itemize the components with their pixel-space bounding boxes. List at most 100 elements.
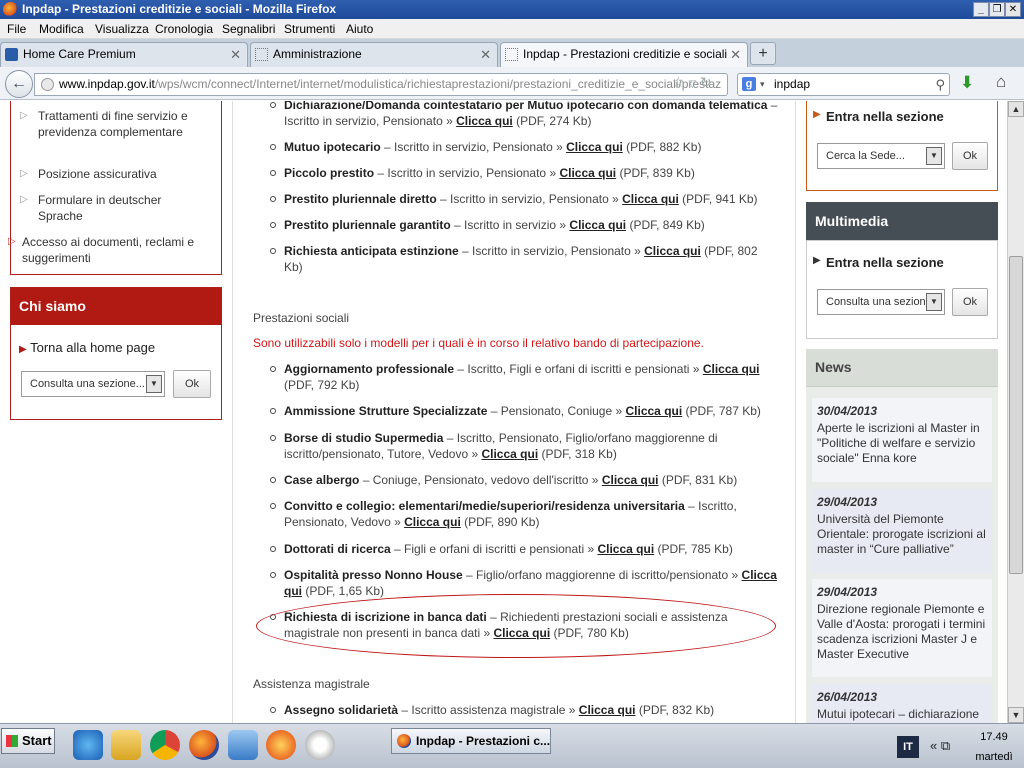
firefox-icon[interactable] <box>189 730 219 760</box>
subnav-item[interactable]: ▷ Posizione assicurativa <box>20 166 208 182</box>
network-icon[interactable]: ⧉ <box>941 738 950 753</box>
tab-amministrazione[interactable]: Amministrazione ✕ <box>250 42 498 67</box>
search-input[interactable]: inpdap <box>774 77 810 91</box>
menu-file[interactable]: File <box>7 22 26 36</box>
news-date: 26/04/2013 <box>817 690 878 704</box>
scroll-thumb[interactable] <box>1009 256 1023 574</box>
download-link[interactable]: Clicca qui <box>404 515 461 529</box>
download-link[interactable]: Clicca qui <box>559 166 616 180</box>
url-path: /wps/wcm/connect/Internet/internet/modul… <box>154 77 722 91</box>
download-link[interactable]: Clicca qui <box>622 192 679 206</box>
language-indicator[interactable]: IT <box>897 736 919 758</box>
internet-explorer-icon[interactable] <box>73 730 103 760</box>
bullet-icon <box>270 503 276 509</box>
download-link[interactable]: Clicca qui <box>569 218 626 232</box>
news-item[interactable]: 26/04/2013 Mutui ipotecari – dichiarazion… <box>812 684 992 723</box>
sede-select[interactable]: Cerca la Sede... ▼ <box>817 143 945 169</box>
home-page-link[interactable]: ▶ Torna alla home page <box>19 340 155 355</box>
multimedia-section-link[interactable]: ▶ Entra nella sezione <box>813 255 944 270</box>
bullet-icon <box>270 222 276 228</box>
download-link[interactable]: Clicca qui <box>597 542 654 556</box>
history-dropdown-icon[interactable]: ▽ <box>688 79 696 90</box>
close-tab-icon[interactable]: ✕ <box>730 43 741 66</box>
news-item[interactable]: 29/04/2013 Università del Piemonte Orient… <box>812 489 992 573</box>
folder-icon[interactable] <box>111 730 141 760</box>
item-desc: – Iscritto in servizio, Pensionato » <box>380 140 567 154</box>
file-info: (PDF, 1,65 Kb) <box>302 584 385 598</box>
close-tab-icon[interactable]: ✕ <box>480 43 491 66</box>
item-desc: – Iscritto in servizio, Pensionato » <box>458 244 645 258</box>
file-info: (PDF, 785 Kb) <box>654 542 733 556</box>
news-item[interactable]: 30/04/2013 Aperte le iscrizioni al Master… <box>812 398 992 482</box>
scroll-down-icon[interactable]: ▼ <box>1008 707 1024 723</box>
close-window-button[interactable]: ✕ <box>1005 2 1021 17</box>
file-info: (PDF, 849 Kb) <box>626 218 705 232</box>
bullet-icon <box>270 707 276 713</box>
menu-strumenti[interactable]: Strumenti <box>284 22 335 36</box>
nav-item-accesso[interactable]: ▷ Accesso ai documenti, reclami e suggeri… <box>8 234 212 266</box>
chrome-icon[interactable] <box>150 730 180 760</box>
menu-cronologia[interactable]: Cronologia <box>155 22 213 36</box>
triangle-icon: ▷ <box>20 168 28 179</box>
download-icon[interactable]: ⬇ <box>960 73 974 93</box>
ok-button[interactable]: Ok <box>952 288 988 316</box>
download-link[interactable]: Clicca qui <box>602 473 659 487</box>
home-icon[interactable]: ⌂ <box>996 72 1006 92</box>
tab-bar: Home Care Premium ✕ Amministrazione ✕ In… <box>0 39 1024 67</box>
bullet-icon <box>270 477 276 483</box>
item-title: Richiesta anticipata estinzione <box>284 244 459 258</box>
new-tab-button[interactable]: + <box>750 42 776 65</box>
edit-app-icon[interactable] <box>228 730 258 760</box>
tab-home-care-premium[interactable]: Home Care Premium ✕ <box>0 42 248 67</box>
item-desc: – Pensionato, Coniuge » <box>487 404 626 418</box>
item-desc: – Iscritto in servizio » <box>450 218 570 232</box>
scroll-up-icon[interactable]: ▲ <box>1008 101 1024 117</box>
menu-modifica[interactable]: Modifica <box>39 22 84 36</box>
subnav-item[interactable]: ▷ Formulare in deutscher Sprache <box>20 192 208 224</box>
section-select[interactable]: Consulta una sezione... ▼ <box>21 371 165 397</box>
ok-button[interactable]: Ok <box>952 142 988 170</box>
search-icon[interactable]: ⚲ <box>935 74 945 95</box>
blank-page-icon <box>505 48 518 61</box>
news-text: Università del Piemonte Orientale: proro… <box>817 512 986 556</box>
list-item: Dichiarazione/Domanda cointestatario per… <box>270 101 779 129</box>
tab-inpdap[interactable]: Inpdap - Prestazioni creditizie e social… <box>500 42 748 67</box>
minimize-button[interactable]: _ <box>973 2 989 17</box>
restore-button[interactable]: ❐ <box>989 2 1005 17</box>
tray-icons[interactable]: « ⧉ <box>930 738 950 754</box>
subnav-item[interactable]: ▷ Trattamenti di fine servizio e previden… <box>20 108 208 140</box>
bookmark-star-icon[interactable]: ☆ <box>672 74 685 90</box>
download-link[interactable]: Clicca qui <box>481 447 538 461</box>
multimedia-select[interactable]: Consulta una sezione... ▼ <box>817 289 945 315</box>
news-item[interactable]: 29/04/2013 Direzione regionale Piemonte e… <box>812 579 992 677</box>
vertical-scrollbar[interactable]: ▲ ▼ <box>1007 101 1024 723</box>
item-title: Mutuo ipotecario <box>284 140 381 154</box>
search-bar[interactable]: g ▾ inpdap ⚲ <box>737 73 950 96</box>
clock[interactable]: 17.49 martedì <box>968 730 1020 765</box>
taskbar-firefox-button[interactable]: Inpdap - Prestazioni c... <box>391 728 551 754</box>
url-bar[interactable]: www.inpdap.gov.it/wps/wcm/connect/Intern… <box>34 73 728 96</box>
menu-segnalibri[interactable]: Segnalibri <box>222 22 275 36</box>
ok-button[interactable]: Ok <box>173 370 211 398</box>
close-tab-icon[interactable]: ✕ <box>230 43 241 66</box>
item-title: Dichiarazione/Domanda cointestatario per… <box>284 101 768 112</box>
media-player-icon[interactable] <box>305 730 335 760</box>
list-item: Borse di studio Supermedia – Iscritto, P… <box>270 430 779 462</box>
back-button[interactable]: ← <box>5 70 33 98</box>
download-link[interactable]: Clicca qui <box>703 362 760 376</box>
menu-aiuto[interactable]: Aiuto <box>346 22 373 36</box>
sede-section-link[interactable]: ▶ Entra nella sezione <box>813 109 944 124</box>
download-link[interactable]: Clicca qui <box>626 404 683 418</box>
download-link[interactable]: Clicca qui <box>644 244 701 258</box>
menu-visualizza[interactable]: Visualizza <box>95 22 149 36</box>
download-link[interactable]: Clicca qui <box>456 114 513 128</box>
chevron-left-icon[interactable]: « <box>930 738 937 753</box>
column-divider <box>232 101 233 723</box>
media-app-icon[interactable] <box>266 730 296 760</box>
start-button[interactable]: Start <box>1 728 55 754</box>
reload-icon[interactable]: ↻ <box>700 74 712 90</box>
download-link[interactable]: Clicca qui <box>579 703 636 717</box>
download-link[interactable]: Clicca qui <box>566 140 623 154</box>
list-item: Case albergo – Coniuge, Pensionato, vedo… <box>270 472 779 488</box>
google-icon: g <box>742 77 756 91</box>
